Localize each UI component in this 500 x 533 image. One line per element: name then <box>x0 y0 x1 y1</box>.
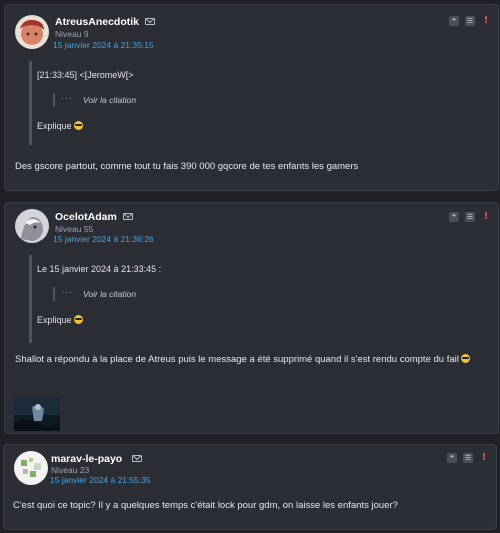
menu-icon[interactable]: ☰ <box>463 453 473 463</box>
mail-icon[interactable] <box>132 455 142 462</box>
author-level: Niveau 55 <box>55 224 94 234</box>
avatar[interactable] <box>15 15 49 49</box>
post-actions: ❝ ☰ ! <box>449 16 491 26</box>
smiley-sunglasses-icon <box>460 354 470 363</box>
post-date-link[interactable]: 15 janvier 2024 à 21:55:35 <box>50 475 151 485</box>
report-icon[interactable]: ! <box>479 453 489 463</box>
quote-text: Explique <box>37 121 83 131</box>
menu-icon[interactable]: ☰ <box>465 16 475 26</box>
post-actions: ❝ ☰ ! <box>449 212 491 222</box>
author-name[interactable]: marav-le-payo <box>51 453 122 465</box>
message-text: Shallot a répondu à la place de Atreus p… <box>15 354 470 365</box>
mail-icon[interactable] <box>145 18 155 25</box>
author-level: Niveau 9 <box>55 29 89 39</box>
quote-block <box>29 255 32 343</box>
post-date-link[interactable]: 15 janvier 2024 à 21:36:26 <box>53 234 154 244</box>
quote-text: Explique <box>37 315 83 325</box>
report-icon[interactable]: ! <box>481 212 491 222</box>
message-text-content: Shallot a répondu à la place de Atreus p… <box>15 354 459 365</box>
menu-icon[interactable]: ☰ <box>465 212 475 222</box>
quote-icon[interactable]: ❝ <box>449 212 459 222</box>
avatar[interactable] <box>14 451 48 485</box>
see-quote-link[interactable]: Voir la citation <box>83 289 136 299</box>
see-quote-link[interactable]: Voir la citation <box>83 95 136 105</box>
post-card: AtreusAnecdotik Niveau 9 15 janvier 2024… <box>4 4 499 191</box>
post-actions: ❝ ☰ ! <box>447 453 489 463</box>
report-icon[interactable]: ! <box>481 16 491 26</box>
quote-text-label: Explique <box>37 121 72 131</box>
ellipsis-icon: ··· <box>61 93 73 103</box>
nested-quote-bar <box>53 287 55 301</box>
ellipsis-icon: ··· <box>61 287 73 297</box>
quote-text: Le 15 janvier 2024 à 21:33:45 : <box>37 264 162 274</box>
quote-block <box>29 61 32 145</box>
post-date-link[interactable]: 15 janvier 2024 à 21:35:15 <box>53 40 154 50</box>
quote-icon[interactable]: ❝ <box>449 16 459 26</box>
post-card: marav-le-payo Niveau 23 15 janvier 2024 … <box>3 444 497 530</box>
message-text: Des gscore partout, comme tout tu fais 3… <box>15 161 359 172</box>
author-name[interactable]: OcelotAdam <box>55 211 117 223</box>
avatar[interactable] <box>15 209 49 243</box>
author-name[interactable]: AtreusAnecdotik <box>55 16 139 28</box>
smiley-sunglasses-icon <box>73 315 83 324</box>
quote-text: [21:33:45] <[JeromeW[> <box>37 70 134 80</box>
message-text: C'est quoi ce topic? Il y a quelques tem… <box>13 500 398 511</box>
smiley-sunglasses-icon <box>73 121 83 130</box>
mail-icon[interactable] <box>123 213 133 220</box>
nested-quote-bar <box>53 93 55 107</box>
post-card: OcelotAdam Niveau 55 15 janvier 2024 à 2… <box>4 202 499 434</box>
quote-icon[interactable]: ❝ <box>447 453 457 463</box>
author-level: Niveau 23 <box>51 465 90 475</box>
quote-text-label: Explique <box>37 315 72 325</box>
image-thumbnail[interactable] <box>14 397 60 431</box>
